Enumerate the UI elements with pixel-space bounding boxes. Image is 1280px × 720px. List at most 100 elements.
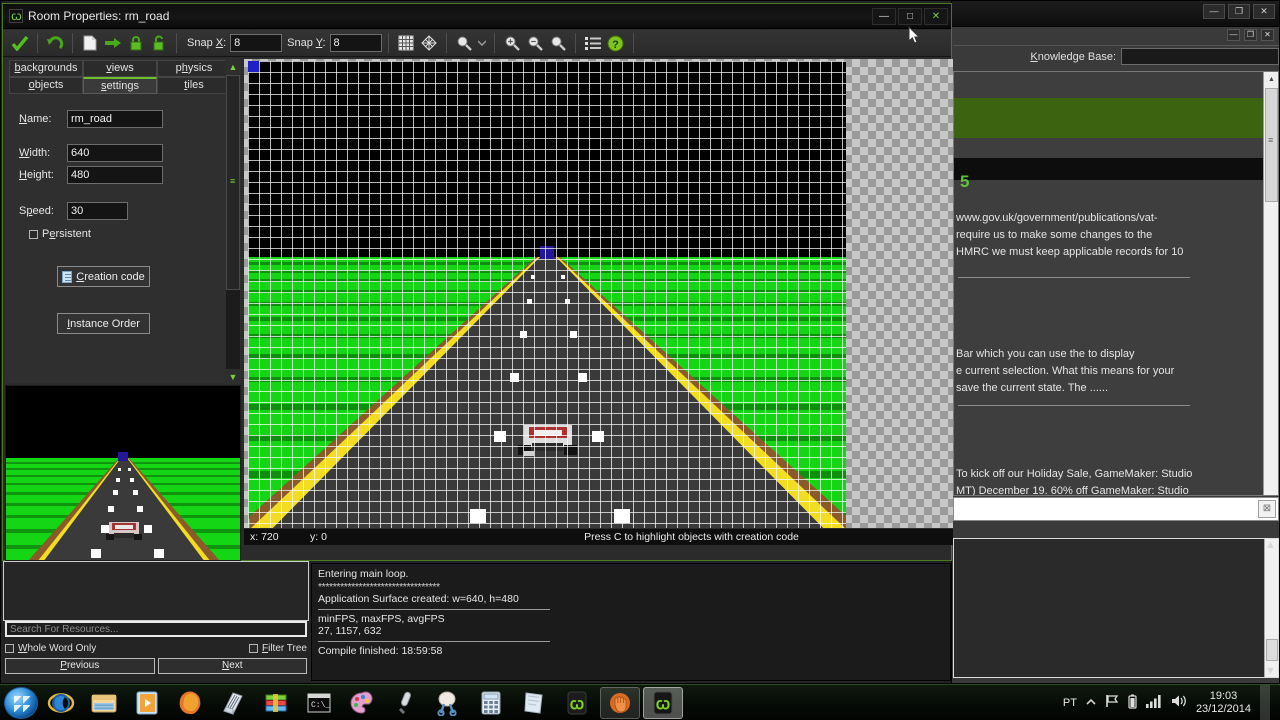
maximize-button[interactable]: ❐ <box>1228 4 1250 19</box>
closed-padlock-icon[interactable] <box>125 33 147 54</box>
flag-icon[interactable] <box>1105 694 1119 711</box>
snap-x-input[interactable] <box>230 34 283 52</box>
zoom-in-icon[interactable] <box>501 33 523 54</box>
previous-button[interactable]: Previous <box>5 658 155 674</box>
room-canvas[interactable]: x: 720 y: 0 Press C to highlight objects… <box>244 59 953 545</box>
battery-icon[interactable] <box>1128 694 1137 712</box>
scrollbar-thumb[interactable] <box>226 75 240 290</box>
toolbar-divider <box>493 33 495 53</box>
inner-close-button[interactable]: ✕ <box>1261 29 1274 41</box>
filter-tree-checkbox[interactable]: Filter Tree <box>248 643 307 654</box>
height-input[interactable] <box>67 166 163 184</box>
tab-physics[interactable]: physics <box>157 60 231 77</box>
kb-divider <box>958 277 1190 278</box>
kb-text-line: e current selection. What this means for… <box>956 365 1175 377</box>
instance-order-button[interactable]: Instance Order <box>57 313 150 334</box>
width-input[interactable] <box>67 144 163 162</box>
zoom-reset-icon[interactable] <box>547 33 569 54</box>
snipping-tool-icon[interactable] <box>428 687 468 719</box>
compile-output-console[interactable]: Entering main loop. ********************… <box>311 563 951 681</box>
inner-restore-button[interactable]: ❐ <box>1244 29 1257 41</box>
tab-backgrounds[interactable]: backgrounds <box>9 60 83 77</box>
scrollbar-thumb[interactable] <box>1265 88 1278 202</box>
whole-word-only-checkbox[interactable]: Whole Word Only <box>5 643 96 654</box>
persistent-checkbox-row[interactable]: Persistent <box>29 228 91 240</box>
show-desktop-button[interactable] <box>1260 684 1270 720</box>
tab-views[interactable]: views <box>83 60 157 77</box>
paint-palette-icon[interactable] <box>342 687 382 719</box>
chevron-down-icon[interactable] <box>476 33 488 54</box>
undo-arrow-icon[interactable] <box>44 33 66 54</box>
green-check-icon[interactable] <box>9 33 31 54</box>
command-prompt-icon[interactable]: C:\_ <box>299 687 339 719</box>
close-x-icon[interactable]: ⊠ <box>1258 500 1276 518</box>
game-running-hand-icon[interactable] <box>600 686 640 719</box>
close-button[interactable]: ✕ <box>924 8 948 25</box>
maximize-button[interactable]: □ <box>898 8 922 25</box>
scroll-up-arrow-icon[interactable]: ▲ <box>225 60 241 74</box>
gamemaker-studio-icon[interactable]: ꞷ <box>643 686 683 719</box>
object-list-icon[interactable] <box>582 33 604 54</box>
tab-settings[interactable]: settings <box>83 77 157 94</box>
search-input[interactable] <box>5 621 307 637</box>
tab-tiles[interactable]: tiles <box>157 77 231 94</box>
green-right-arrow-icon[interactable] <box>102 33 124 54</box>
sticky-notes-icon[interactable] <box>514 687 554 719</box>
knowledge-base-input[interactable] <box>1121 48 1279 65</box>
new-page-icon[interactable] <box>79 33 101 54</box>
next-button[interactable]: Next <box>157 658 307 674</box>
language-indicator[interactable]: PT <box>1063 697 1077 709</box>
clock[interactable]: 19:03 23/12/2014 <box>1196 690 1251 716</box>
gamemaker-studio-icon[interactable]: ꞷ <box>557 687 597 719</box>
room-content-area[interactable] <box>248 61 846 539</box>
firefox-icon[interactable] <box>170 687 210 719</box>
checkbox-icon[interactable] <box>248 643 258 653</box>
checkbox-icon[interactable] <box>29 229 38 239</box>
internet-explorer-icon[interactable] <box>41 687 81 719</box>
toolbar-divider <box>176 33 177 53</box>
chevron-up-icon[interactable] <box>1086 697 1096 709</box>
scrollbar-thumb[interactable] <box>1266 639 1278 661</box>
windows-explorer-folder-icon[interactable] <box>84 687 124 719</box>
scroll-up-arrow-icon[interactable]: ▲ <box>1265 539 1278 551</box>
notepad-documents-icon[interactable] <box>213 687 253 719</box>
signal-bars-icon[interactable] <box>1145 694 1162 711</box>
settings-pane-scrollbar[interactable]: ▲ ▼ <box>225 60 241 384</box>
magnifier-icon[interactable] <box>453 33 475 54</box>
winrar-icon[interactable] <box>256 687 296 719</box>
scroll-down-arrow-icon[interactable]: ▼ <box>225 370 241 384</box>
speaker-icon[interactable] <box>1171 694 1187 711</box>
minimize-button[interactable]: — <box>872 8 896 25</box>
microphone-icon[interactable] <box>385 687 425 719</box>
tab-objects[interactable]: objects <box>9 77 83 94</box>
close-button[interactable]: ✕ <box>1253 4 1275 19</box>
knowledge-base-find-bar[interactable]: ⊠ <box>953 497 1279 521</box>
inner-minimize-button[interactable]: — <box>1227 29 1240 41</box>
isometric-grid-icon[interactable] <box>418 33 440 54</box>
creation-code-button[interactable]: Creation code <box>57 266 150 287</box>
minimize-button[interactable]: — <box>1203 4 1225 19</box>
bottom-panel-scrollbar[interactable]: ▲ ▼ <box>1264 539 1278 677</box>
knowledge-base-scrollbar[interactable]: ▲ <box>1263 72 1278 495</box>
calculator-icon[interactable] <box>471 687 511 719</box>
help-question-icon[interactable]: ? <box>605 33 627 54</box>
speed-input[interactable] <box>67 202 128 220</box>
show-grid-icon[interactable] <box>395 33 417 54</box>
name-input[interactable] <box>67 110 163 128</box>
zoom-out-icon[interactable] <box>524 33 546 54</box>
knowledge-base-titlebar[interactable]: — ❐ ✕ <box>951 1 1279 27</box>
resource-tree-panel[interactable] <box>3 561 309 621</box>
toolbar-divider <box>632 33 634 53</box>
windows-media-player-icon[interactable] <box>127 687 167 719</box>
scroll-down-arrow-icon[interactable]: ▼ <box>1265 665 1276 677</box>
snap-y-group: Snap Y: <box>287 34 382 52</box>
speed-field-row: Speed: <box>19 202 128 220</box>
cursor-y-readout: y: 0 <box>310 531 327 543</box>
snap-y-input[interactable] <box>329 34 382 52</box>
windows-start-orb[interactable] <box>4 686 38 719</box>
scrollbar-track[interactable] <box>226 75 240 369</box>
scroll-up-arrow-icon[interactable]: ▲ <box>1264 72 1278 87</box>
room-properties-titlebar[interactable]: Room Properties: rm_road — □ ✕ <box>3 4 951 29</box>
open-padlock-icon[interactable] <box>148 33 170 54</box>
checkbox-icon[interactable] <box>5 643 14 653</box>
